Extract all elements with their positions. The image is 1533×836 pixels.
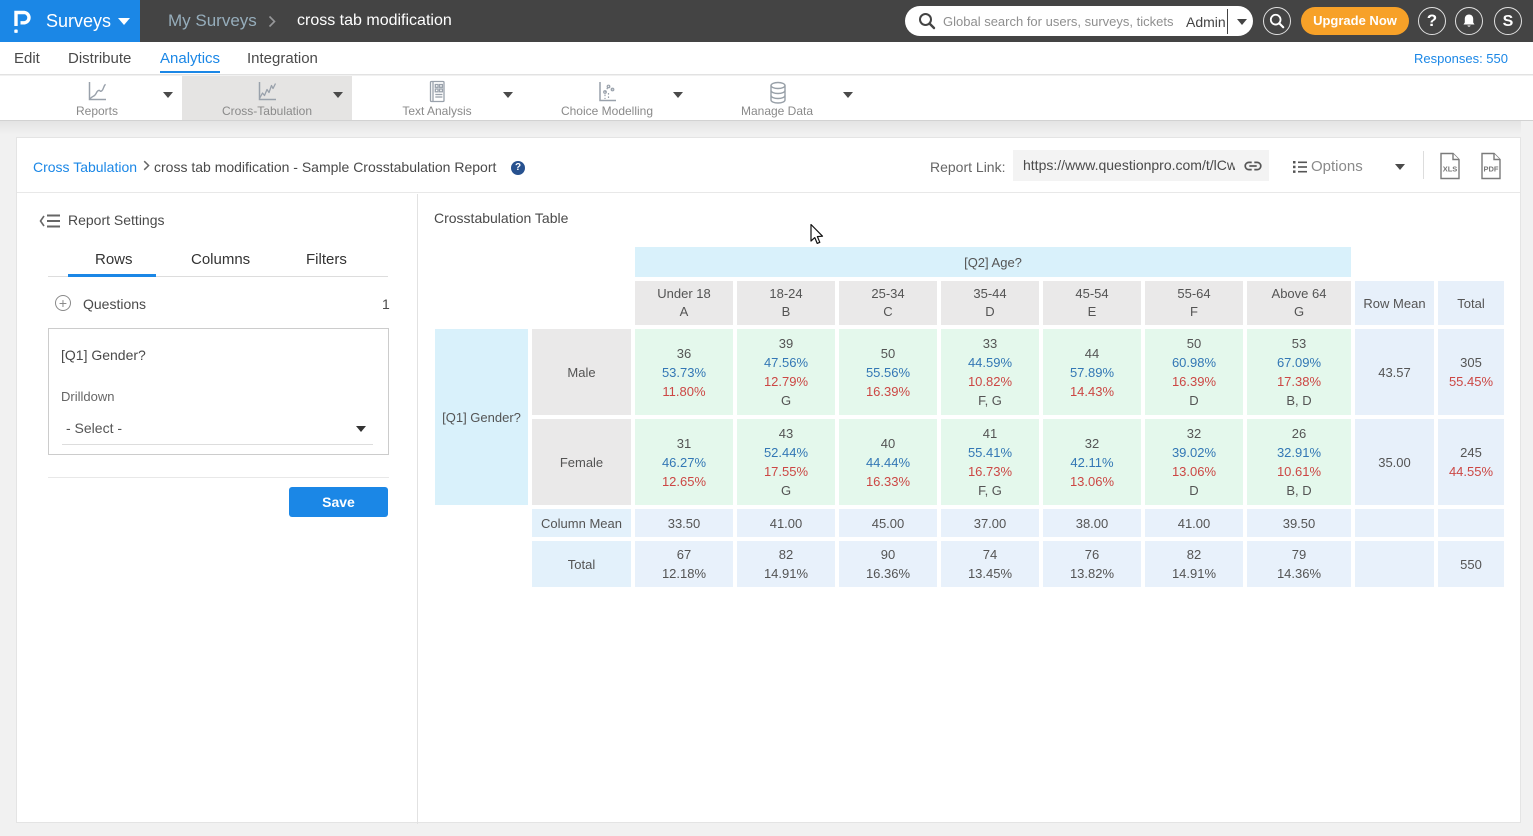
svg-text:XLS: XLS (1443, 165, 1458, 174)
svg-text:PDF: PDF (1484, 165, 1499, 174)
